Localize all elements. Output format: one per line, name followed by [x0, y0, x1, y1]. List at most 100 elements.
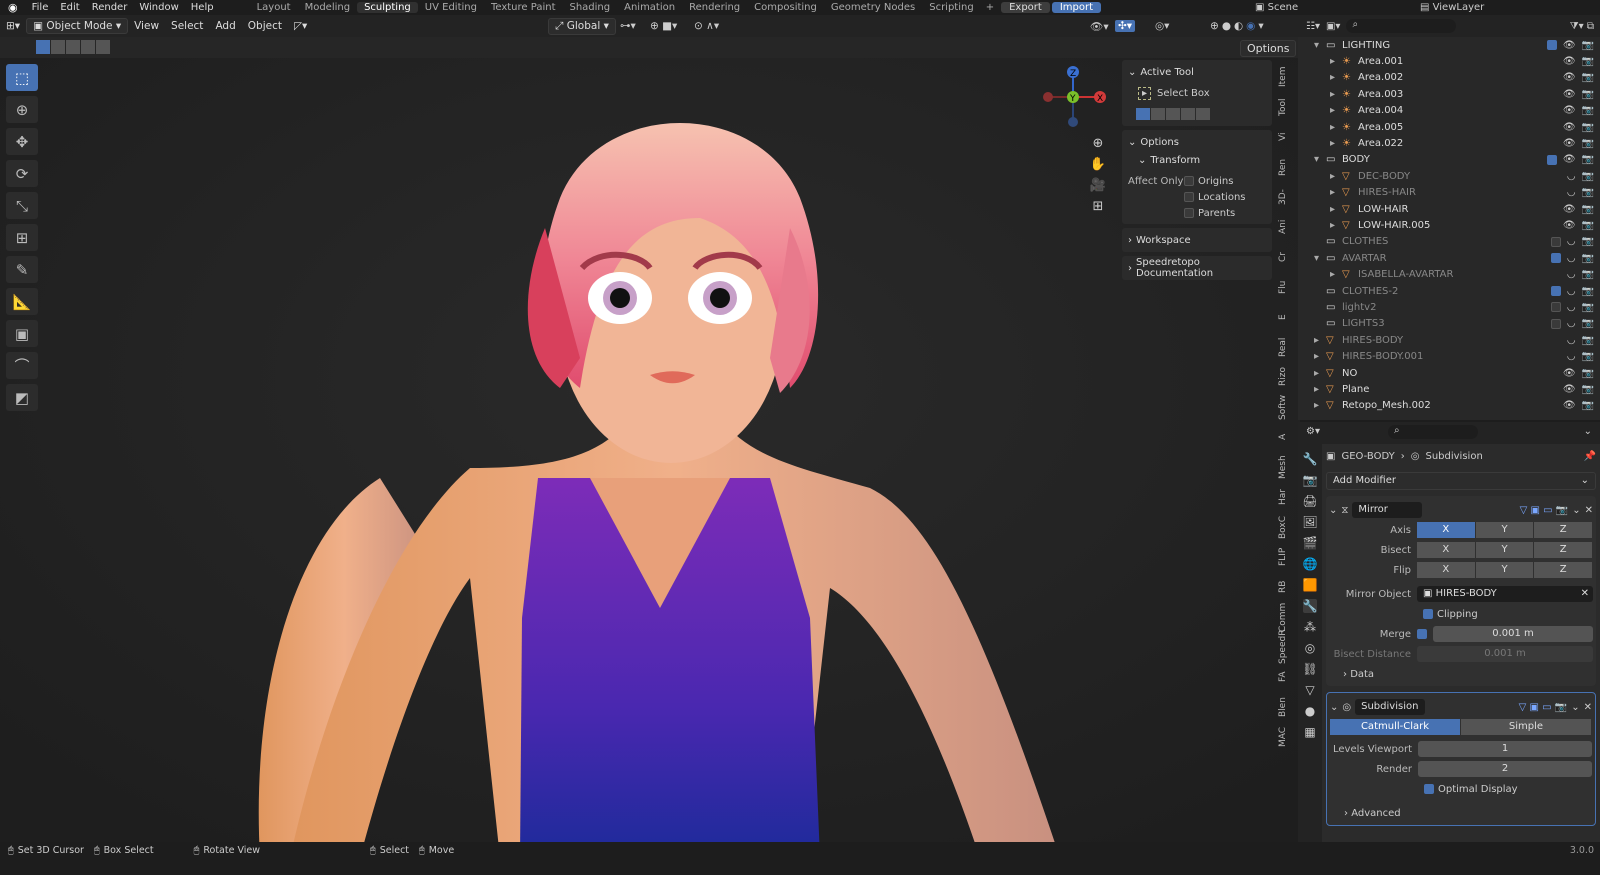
menu-help[interactable]: Help	[185, 2, 220, 13]
bisect-x-button[interactable]: X	[1417, 542, 1475, 558]
shading-dropdown-icon[interactable]: ▾	[1258, 20, 1263, 32]
data-tab-icon[interactable]: ▽	[1305, 683, 1314, 697]
expand-arrow-icon[interactable]: ▾	[1314, 40, 1326, 51]
expand-arrow-icon[interactable]: ▸	[1330, 204, 1342, 215]
visibility-eye-icon[interactable]: ◡	[1567, 286, 1576, 297]
exclude-checkbox[interactable]	[1550, 236, 1561, 247]
render-camera-icon[interactable]: 📷	[1582, 318, 1594, 329]
mode-subtract-icon[interactable]	[1166, 108, 1180, 120]
import-button[interactable]: Import	[1051, 1, 1102, 13]
render-camera-icon[interactable]: 📷	[1582, 204, 1594, 215]
visibility-eye-icon[interactable]: ◡	[1567, 236, 1576, 247]
proportional-edit-icon[interactable]: ⊙ ∧▾	[694, 20, 719, 32]
visibility-eye-icon[interactable]: 👁	[1563, 400, 1576, 411]
display-mode-icon[interactable]: ▣▾	[1326, 21, 1340, 32]
expand-arrow-icon[interactable]: ▸	[1330, 105, 1342, 116]
texture-tab-icon[interactable]: ▦	[1304, 725, 1315, 739]
render-camera-icon[interactable]: 📷	[1582, 105, 1594, 116]
visibility-eye-icon[interactable]: 👁	[1563, 56, 1576, 67]
render-levels-field[interactable]: 2	[1418, 761, 1592, 777]
navigation-gizmo[interactable]: X Z Y	[1040, 64, 1106, 130]
workspace-tab-texture-paint[interactable]: Texture Paint	[484, 2, 563, 13]
subdivision-dropdown-icon[interactable]: ⌄	[1571, 702, 1579, 713]
outliner-row[interactable]: ▸ ▽ ISABELLA-AVARTAR ◡ 📷	[1298, 266, 1600, 282]
curve-tool-icon[interactable]: ⌒	[6, 352, 38, 379]
axis-y-button[interactable]: Y	[1475, 522, 1534, 538]
gizmo-toggle-icon[interactable]: ✣▾	[1115, 20, 1136, 32]
levels-viewport-field[interactable]: 1	[1418, 741, 1592, 757]
advanced-subpanel[interactable]: › Advanced	[1330, 804, 1592, 822]
sidebar-tab-tool[interactable]: Tool	[1278, 92, 1288, 122]
expand-arrow-icon[interactable]: ▸	[1314, 400, 1326, 411]
expand-arrow-icon[interactable]: ▸	[1314, 335, 1326, 346]
sidebar-tab-a[interactable]: A	[1278, 422, 1288, 452]
mirror-delete-icon[interactable]: ✕	[1585, 505, 1593, 516]
sidebar-tab-3d-[interactable]: 3D-	[1278, 182, 1288, 212]
outliner-row[interactable]: ▭ LIGHTS3 ◡ 📷	[1298, 316, 1600, 332]
visibility-eye-icon[interactable]: 👁	[1563, 384, 1576, 395]
annotate-tool-icon[interactable]: ✎	[6, 256, 38, 283]
merge-checkbox[interactable]	[1417, 629, 1427, 639]
parents-checkbox[interactable]	[1184, 208, 1194, 218]
scene-selector[interactable]: ▣ Scene	[1255, 2, 1298, 13]
exclude-checkbox[interactable]	[1546, 154, 1557, 165]
origins-checkbox[interactable]	[1184, 176, 1194, 186]
outliner-row[interactable]: ▸ ▽ Plane 👁 📷	[1298, 381, 1600, 397]
render-camera-icon[interactable]: 📷	[1582, 72, 1594, 83]
sidebar-tab-flu[interactable]: Flu	[1278, 272, 1288, 302]
material-shading-icon[interactable]: ◐	[1234, 20, 1243, 32]
outliner-editor-icon[interactable]: ☷▾	[1306, 21, 1320, 32]
mode-extend-icon[interactable]	[1151, 108, 1165, 120]
sidebar-tab-cr[interactable]: Cr	[1278, 242, 1288, 272]
sidebar-tab-flip[interactable]: FLIP	[1278, 542, 1288, 572]
workspace-tab-layout[interactable]: Layout	[250, 2, 298, 13]
collapse-icon[interactable]: ⌄	[1584, 426, 1592, 437]
visibility-eye-icon[interactable]: 👁	[1563, 204, 1576, 215]
outliner-row[interactable]: ▸ ☀ Area.005 👁 📷	[1298, 119, 1600, 135]
outliner-search-input[interactable]: ⌕	[1346, 19, 1457, 33]
expand-arrow-icon[interactable]: ▸	[1330, 187, 1342, 198]
sidebar-tab-item[interactable]: Item	[1278, 62, 1288, 92]
sidebar-tab-ren[interactable]: Ren	[1278, 152, 1288, 182]
outliner-row[interactable]: ▸ ▽ HIRES-BODY.001 ◡ 📷	[1298, 348, 1600, 364]
expand-arrow-icon[interactable]: ▸	[1314, 384, 1326, 395]
camera-icon[interactable]: 🎥	[1090, 178, 1106, 193]
sidebar-tab-vi[interactable]: Vi	[1278, 122, 1288, 152]
physics-tab-icon[interactable]: ◎	[1305, 641, 1315, 655]
subdivision-delete-icon[interactable]: ✕	[1584, 702, 1592, 713]
sidebar-tab-rizo[interactable]: Rizo	[1278, 362, 1288, 392]
scene-tab-icon[interactable]: 🎬	[1303, 536, 1318, 550]
pan-hand-icon[interactable]: ✋	[1090, 157, 1106, 172]
editor-type-icon[interactable]: ⊞▾	[0, 20, 26, 32]
tool-tab-icon[interactable]: 🔧	[1303, 452, 1318, 466]
outliner-row[interactable]: ▭ lightv2 ◡ 📷	[1298, 299, 1600, 315]
bisect-y-button[interactable]: Y	[1475, 542, 1534, 558]
options-dropdown[interactable]: Options	[1240, 40, 1297, 57]
visibility-eye-icon[interactable]: 👁	[1563, 154, 1576, 165]
mode-dropdown[interactable]: ▣ Object Mode ▾	[26, 18, 129, 34]
expand-arrow-icon[interactable]: ▸	[1330, 138, 1342, 149]
render-camera-icon[interactable]: 📷	[1582, 56, 1594, 67]
visibility-eye-icon[interactable]: 👁	[1563, 89, 1576, 100]
workspace-tab-compositing[interactable]: Compositing	[747, 2, 824, 13]
outliner-row[interactable]: ▭ CLOTHES ◡ 📷	[1298, 234, 1600, 250]
render-camera-icon[interactable]: 📷	[1582, 384, 1594, 395]
merge-field[interactable]: 0.001 m	[1433, 626, 1593, 642]
visibility-eye-icon[interactable]: ◡	[1567, 335, 1576, 346]
visibility-eye-icon[interactable]: 👁	[1563, 122, 1576, 133]
render-camera-icon[interactable]: 📷	[1582, 122, 1594, 133]
expand-arrow-icon[interactable]: ▸	[1330, 220, 1342, 231]
axis-x-button[interactable]: X	[1417, 522, 1475, 538]
bisect-z-button[interactable]: Z	[1534, 542, 1593, 558]
outliner-row[interactable]: ▾ ▭ BODY 👁 📷	[1298, 152, 1600, 168]
flip-x-button[interactable]: X	[1417, 562, 1475, 578]
mirror-name-field[interactable]: Mirror	[1352, 502, 1423, 518]
expand-arrow-icon[interactable]: ▸	[1330, 89, 1342, 100]
select-subtract-icon[interactable]	[66, 40, 80, 54]
zoom-icon[interactable]: ⊕	[1093, 136, 1104, 151]
transform-tool-icon[interactable]: ⊞	[6, 224, 38, 251]
exclude-checkbox[interactable]	[1550, 253, 1561, 264]
mirror-object-field[interactable]: ▣ HIRES-BODY ✕	[1417, 586, 1593, 602]
output-tab-icon[interactable]: 🖨	[1302, 494, 1317, 508]
sidebar-tab-comm[interactable]: Comm	[1278, 602, 1288, 632]
